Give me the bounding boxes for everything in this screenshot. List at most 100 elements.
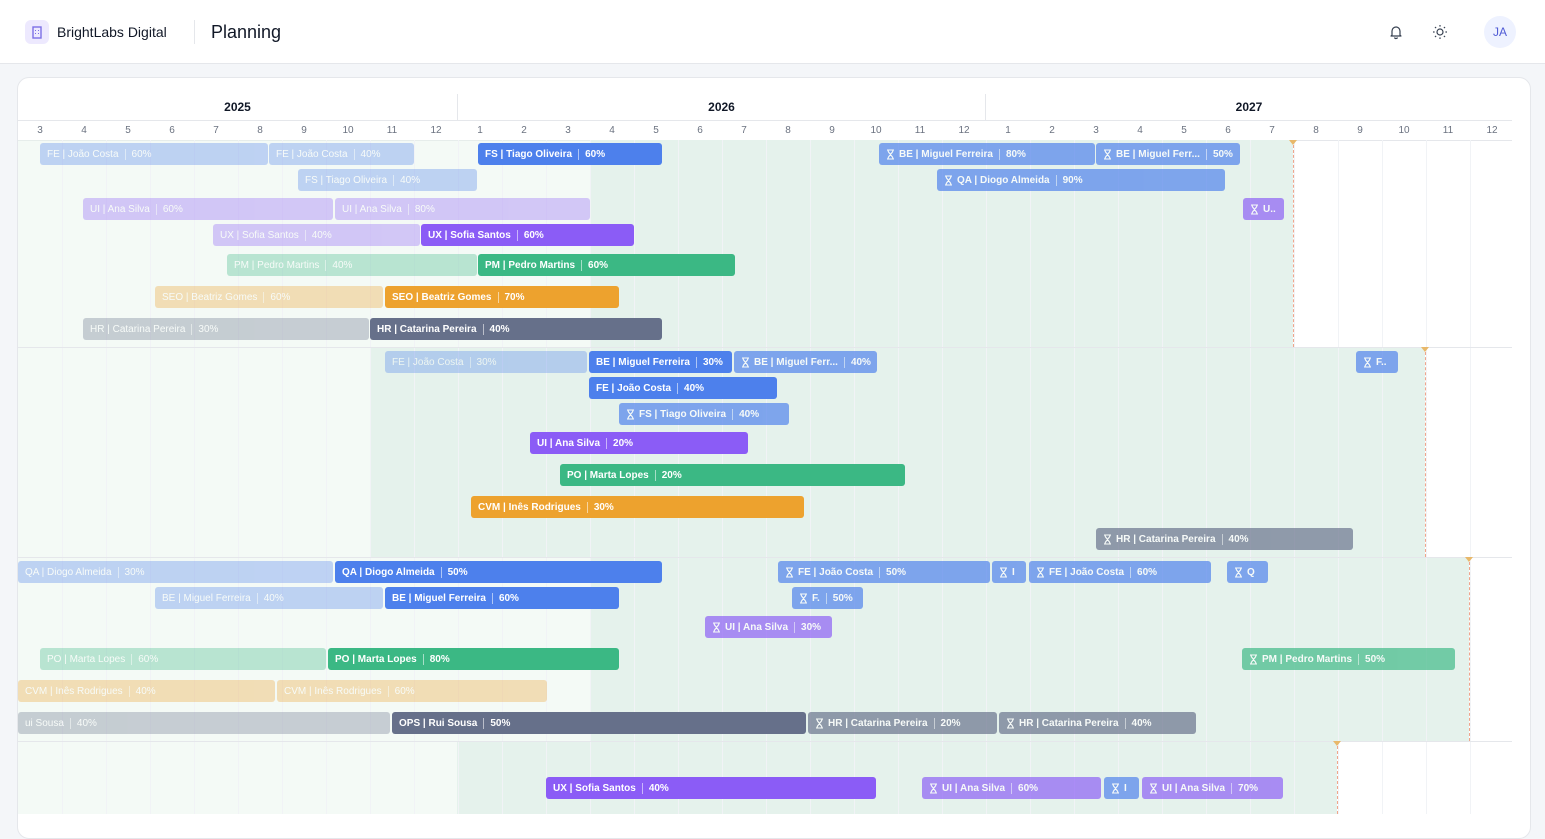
allocation-label: U.. [1263,203,1276,215]
allocation-bar[interactable]: F.. [1356,351,1398,373]
brand-name[interactable]: BrightLabs Digital [57,24,167,40]
allocation-bar[interactable]: SEO | Beatriz Gomes 70% [385,286,619,308]
sun-icon[interactable] [1428,20,1452,44]
allocation-percent: 60% [516,229,544,241]
allocation-bar[interactable]: BE | Miguel Ferr... 50% [1096,143,1240,165]
month-label: 3 [37,124,43,136]
allocation-bar[interactable]: PO | Marta Lopes 60% [40,648,326,670]
allocation-bar[interactable]: CVM | Inês Rodrigues 40% [18,680,275,702]
month-label: 6 [697,124,703,136]
allocation-bar[interactable]: HR | Catarina Pereira 20% [808,712,997,734]
planning-card: 2025 2026 2027 3 4 5 6 7 8 9 10 11 12 1 2 3 4 5 6 7 8 9 10 1… [17,77,1531,839]
allocation-bar[interactable]: PO | Marta Lopes 20% [560,464,905,486]
allocation-percent: 60% [1130,566,1157,578]
allocation-label: PO | Marta Lopes [567,469,649,481]
allocation-bar[interactable]: UX | Sofia Santos 40% [213,224,420,246]
allocation-label: FS | Tiago Oliveira [485,148,573,160]
allocation-bar[interactable]: F. 50% [792,587,863,609]
allocation-label: QA | Diogo Almeida [342,566,435,578]
allocation-percent: 40% [304,229,332,241]
allocation-bar[interactable]: BE | Miguel Ferreira 80% [879,143,1095,165]
month-gridline [1470,140,1471,814]
allocation-bar[interactable]: QA | Diogo Almeida 90% [937,169,1225,191]
allocation-bar[interactable]: QA | Diogo Almeida 50% [335,561,662,583]
allocation-bar[interactable]: FE | João Costa 40% [589,377,777,399]
allocation-label: ui Sousa [25,717,64,729]
allocation-bar[interactable]: PM | Pedro Martins 60% [478,254,735,276]
allocation-bar[interactable]: FE | João Costa 40% [269,143,414,165]
allocation-bar[interactable]: SEO | Beatriz Gomes 60% [155,286,383,308]
allocation-bar[interactable]: FE | João Costa 60% [40,143,268,165]
allocation-bar[interactable]: UI | Ana Silva 60% [83,198,333,220]
allocation-percent: 40% [482,323,510,335]
page-title: Planning [211,22,282,42]
allocation-bar[interactable]: UI | Ana Silva 30% [705,616,832,638]
allocation-label: UX | Sofia Santos [553,782,636,794]
allocation-bar[interactable]: UX | Sofia Santos 40% [546,777,876,799]
allocation-bar[interactable]: OPS | Rui Sousa 50% [392,712,806,734]
allocation-bar[interactable]: CVM | Inês Rodrigues 60% [277,680,547,702]
allocation-bar[interactable]: BE | Miguel Ferreira 40% [155,587,383,609]
allocation-bar[interactable]: FS | Tiago Oliveira 40% [619,403,789,425]
allocation-bar[interactable]: UI | Ana Silva 60% [922,777,1101,799]
month-label: 4 [609,124,615,136]
allocation-bar[interactable]: FE | João Costa 50% [778,561,990,583]
allocation-bar[interactable]: HR | Catarina Pereira 40% [999,712,1196,734]
allocation-percent: 20% [606,437,633,449]
allocation-label: BE | Miguel Ferreira [392,592,486,604]
allocation-bar[interactable]: I [992,561,1026,583]
allocation-bar[interactable]: UX | Sofia Santos 60% [421,224,634,246]
month-label: 8 [1313,124,1319,136]
allocation-bar[interactable]: UI | Ana Silva 80% [335,198,590,220]
allocation-bar[interactable]: PM | Pedro Martins 40% [227,254,477,276]
allocation-bar[interactable]: BE | Miguel Ferreira 30% [589,351,732,373]
allocation-bar[interactable]: HR | Catarina Pereira 40% [1096,528,1353,550]
allocation-percent: 30% [117,566,145,578]
allocation-bar[interactable]: Q [1227,561,1268,583]
allocation-bar[interactable]: FS | Tiago Oliveira 40% [298,169,477,191]
bell-icon[interactable] [1384,20,1408,44]
allocation-percent: 60% [1011,782,1038,794]
allocation-bar[interactable]: I [1104,777,1139,799]
allocation-bar[interactable]: FE | João Costa 30% [385,351,587,373]
avatar[interactable]: JA [1484,16,1516,48]
month-label: 12 [1486,124,1498,136]
section-divider [18,741,1512,742]
allocation-bar[interactable]: PO | Marta Lopes 80% [328,648,619,670]
allocation-bar[interactable]: FS | Tiago Oliveira 60% [478,143,662,165]
allocation-bar[interactable]: UI | Ana Silva 20% [530,432,748,454]
month-label: 3 [565,124,571,136]
month-label: 7 [741,124,747,136]
allocation-bar[interactable]: FE | João Costa 60% [1029,561,1211,583]
month-label: 2 [1049,124,1055,136]
allocation-percent: 60% [581,259,608,271]
building-icon[interactable] [25,20,49,44]
allocation-bar[interactable]: BE | Miguel Ferr... 40% [734,351,877,373]
hourglass-icon [886,148,899,160]
month-gridline [1250,140,1251,814]
allocation-bar[interactable]: QA | Diogo Almeida 30% [18,561,333,583]
hourglass-icon [1111,782,1124,794]
allocation-bar[interactable]: HR | Catarina Pereira 30% [83,318,369,340]
allocation-bar[interactable]: ui Sousa 40% [18,712,390,734]
allocation-label: FE | João Costa [276,148,348,160]
month-gridline [1338,140,1339,814]
allocation-bar[interactable]: BE | Miguel Ferreira 60% [385,587,619,609]
allocation-percent: 60% [491,592,519,604]
allocation-bar[interactable]: PM | Pedro Martins 50% [1242,648,1455,670]
gantt-grid: 2025 2026 2027 3 4 5 6 7 8 9 10 11 12 1 2 3 4 5 6 7 8 9 10 1… [18,94,1512,814]
allocation-bar[interactable]: CVM | Inês Rodrigues 30% [471,496,804,518]
month-label: 5 [653,124,659,136]
month-header-row: 3 4 5 6 7 8 9 10 11 12 1 2 3 4 5 6 7 8 9 10 11 12 1 2 3 4 5 6 7 8 9 10 1… [18,120,1512,141]
hourglass-icon [929,782,942,794]
allocation-label: F.. [1376,356,1387,368]
allocation-bar[interactable]: U.. [1243,198,1284,220]
allocation-label: HR | Catarina Pereira [377,323,477,335]
allocation-percent: 50% [825,592,853,604]
month-label: 1 [477,124,483,136]
allocation-bar[interactable]: HR | Catarina Pereira 40% [370,318,662,340]
allocation-percent: 40% [353,148,381,160]
allocation-percent: 40% [843,356,871,368]
allocation-bar[interactable]: UI | Ana Silva 70% [1142,777,1283,799]
deadline-marker [1465,557,1473,562]
